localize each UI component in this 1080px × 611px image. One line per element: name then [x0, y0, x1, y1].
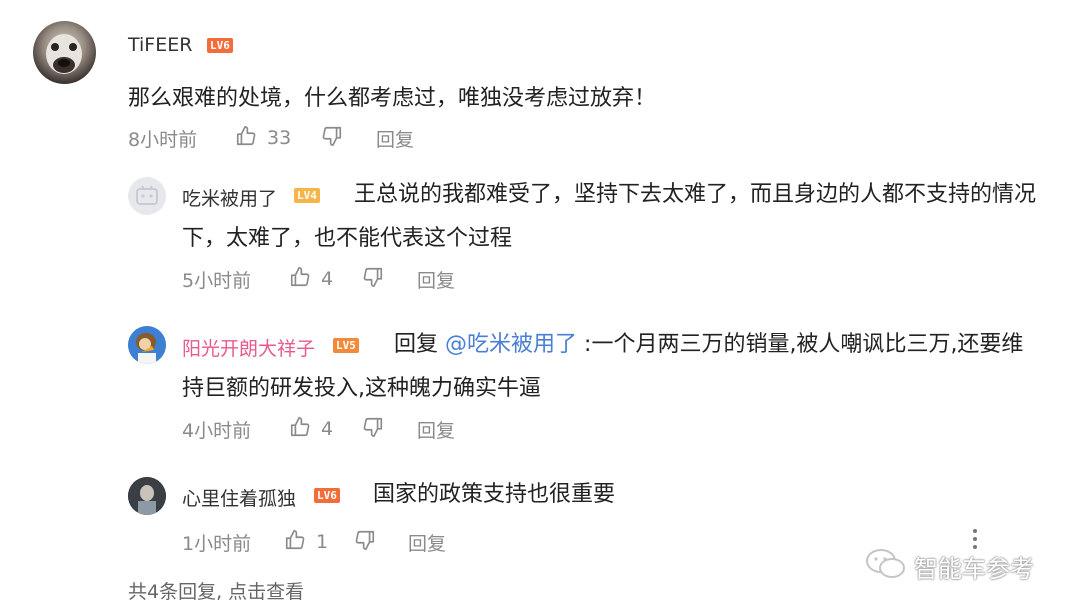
reply-text: 回复 @吃米被用了 :一个月两三万的销量,被人嘲讽比三万,还要维持巨额的研发投入… — [182, 323, 1042, 411]
reply-text-content: :一个月两三万的销量,被人嘲讽比三万,还要维持巨额的研发投入,这种魄力确实牛逼 — [182, 332, 1024, 401]
dislike-button[interactable] — [362, 416, 384, 443]
dislike-button[interactable] — [321, 125, 343, 152]
watermark-text: 智能车参考 — [914, 554, 1034, 583]
like-count: 4 — [321, 418, 334, 440]
thumbs-down-icon — [362, 416, 384, 443]
thumbs-down-icon — [354, 529, 376, 556]
default-avatar-icon — [136, 185, 158, 205]
like-button[interactable]: 1 — [284, 529, 328, 556]
thumbs-up-icon — [284, 529, 306, 556]
avatar[interactable] — [128, 177, 166, 215]
avatar-image — [46, 34, 82, 74]
reply-button[interactable]: 回复 — [408, 529, 446, 556]
thumbs-up-icon — [235, 125, 257, 152]
like-button[interactable]: 4 — [289, 416, 333, 443]
reply-time: 4小时前 — [182, 420, 252, 442]
like-count: 4 — [321, 268, 334, 290]
dislike-button[interactable] — [354, 529, 376, 556]
thumbs-down-icon — [362, 266, 384, 293]
dislike-button[interactable] — [362, 266, 384, 293]
avatar[interactable] — [128, 477, 166, 515]
view-all-replies-link[interactable]: 共4条回复, 点击查看 — [128, 577, 304, 604]
reply-button[interactable]: 回复 — [417, 416, 455, 443]
avatar[interactable] — [33, 21, 96, 84]
like-count: 33 — [267, 127, 292, 149]
reply-text: 国家的政策支持也很重要 — [373, 482, 616, 507]
like-button[interactable]: 4 — [289, 266, 333, 293]
reply-prefix: 回复 — [394, 332, 439, 357]
comment-text: 那么艰难的处境，什么都考虑过，唯独没考虑过放弃！ — [128, 86, 657, 111]
avatar[interactable] — [128, 326, 166, 364]
thumbs-up-icon — [289, 416, 311, 443]
thumbs-up-icon — [289, 266, 311, 293]
comment-username[interactable]: TiFEER — [128, 34, 192, 56]
level-badge: LV6 — [314, 488, 340, 503]
level-badge: LV6 — [207, 38, 233, 53]
thumbs-down-icon — [321, 125, 343, 152]
reply-button[interactable]: 回复 — [376, 125, 414, 152]
reply-time: 5小时前 — [182, 270, 252, 292]
reply-text-content: 王总说的我都难受了，坚持下去太难了，而且身边的人都不支持的情况下，太难了，也不能… — [182, 182, 1037, 251]
avatar-image — [128, 477, 166, 515]
reply-username[interactable]: 心里住着孤独 — [182, 484, 296, 511]
watermark: 智能车参考 — [864, 546, 1034, 586]
avatar-image — [128, 326, 166, 364]
reply-button[interactable]: 回复 — [417, 266, 455, 293]
reply-text: 王总说的我都难受了，坚持下去太难了，而且身边的人都不支持的情况下，太难了，也不能… — [182, 173, 1042, 261]
comment-time: 8小时前 — [128, 129, 198, 151]
wechat-icon — [864, 546, 908, 586]
like-count: 1 — [316, 531, 329, 553]
mention-link[interactable]: @吃米被用了 — [445, 332, 577, 357]
reply-time: 1小时前 — [182, 533, 252, 555]
like-button[interactable]: 33 — [235, 125, 291, 152]
comment-meta: 8小时前 — [128, 125, 197, 152]
